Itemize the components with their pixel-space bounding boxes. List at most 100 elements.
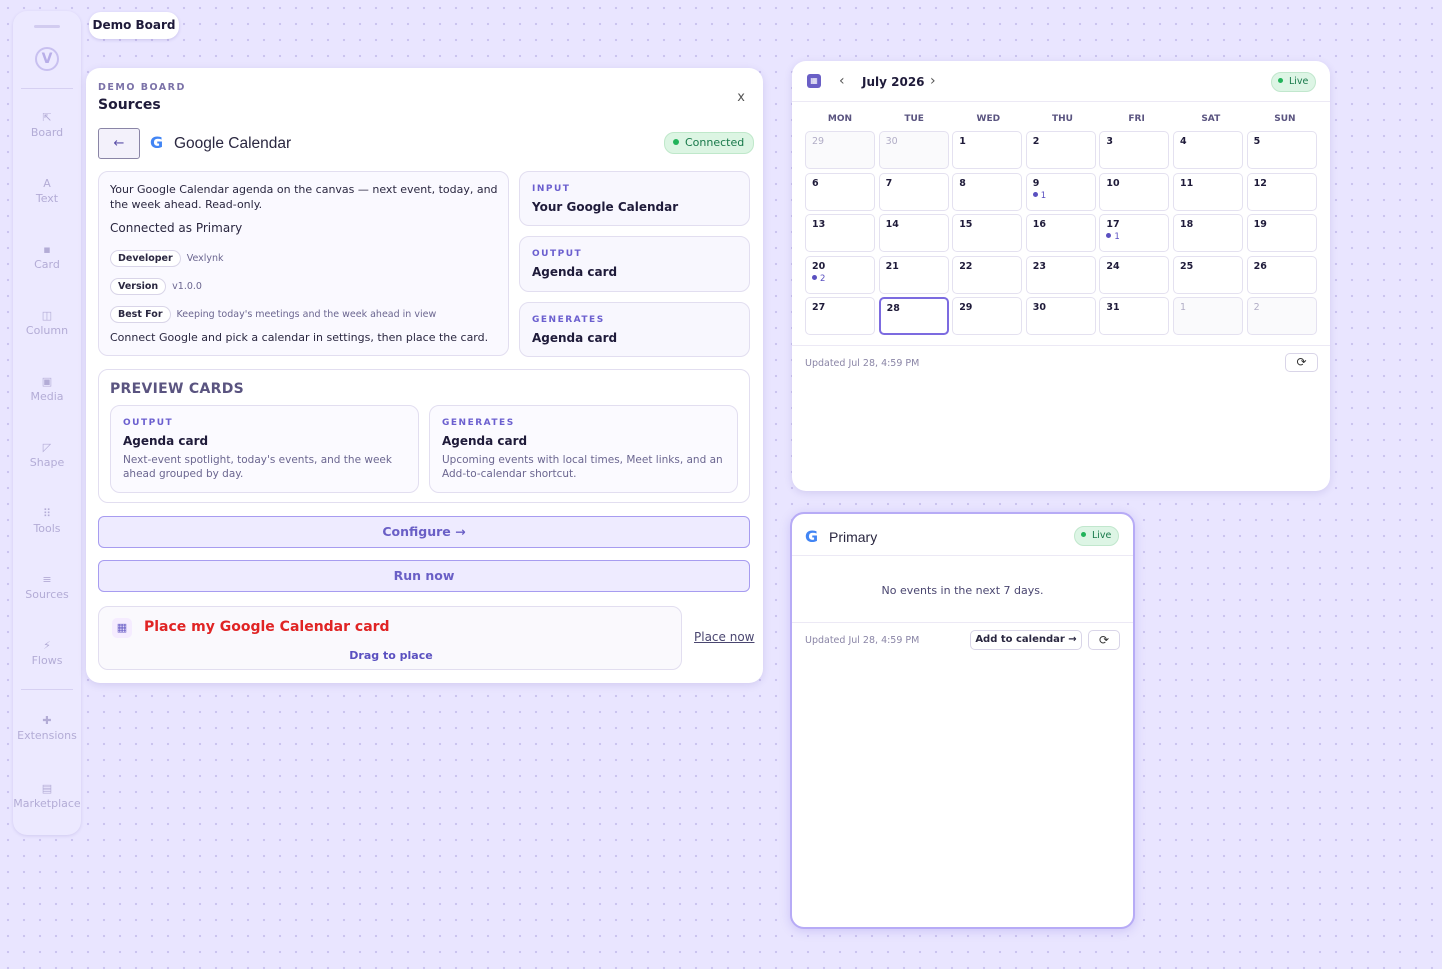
next-month-icon[interactable]: › — [930, 73, 936, 89]
updated-text: Updated Jul 28, 4:59 PM — [805, 358, 920, 369]
calendar-day[interactable]: 17 1 — [1099, 214, 1170, 252]
sidebar-item-sources[interactable]: ≡ Sources — [13, 573, 81, 601]
sidebar-handle[interactable] — [34, 25, 60, 28]
day-number: 22 — [959, 260, 973, 272]
calendar-day[interactable]: 18 — [1173, 214, 1243, 252]
calendar-day[interactable]: 11 — [1173, 172, 1243, 211]
preview-card-title: Agenda card — [442, 434, 528, 448]
calendar-day[interactable]: 3 — [1099, 131, 1170, 169]
google-icon: G — [805, 527, 819, 546]
sidebar-divider — [21, 689, 73, 690]
preview-card-desc: Upcoming events with local times, Meet l… — [442, 454, 723, 480]
run-now-button[interactable]: Run now — [98, 560, 750, 592]
calendar-day[interactable]: 15 — [952, 214, 1023, 252]
month-label: July 2026 — [862, 75, 925, 89]
calendar-day[interactable]: 12 — [1246, 172, 1317, 211]
calendar-day[interactable]: 1 — [952, 131, 1023, 169]
sidebar-item-column[interactable]: ◫ Column — [13, 309, 81, 337]
version-row: Version v1.0.0 — [110, 274, 202, 295]
calendar-day[interactable]: 91 — [1025, 172, 1096, 211]
generates-value: Agenda card — [532, 331, 618, 345]
add-to-calendar-button[interactable]: Add to calendar → — [970, 630, 1082, 650]
bestfor-tag: Best For — [110, 306, 171, 323]
day-number: 5 — [1253, 136, 1261, 147]
output-card: OUTPUT Agenda card — [519, 236, 750, 292]
place-now-link[interactable]: Place now — [694, 630, 754, 644]
developer-tag: Developer — [110, 250, 181, 267]
calendar-day[interactable]: 30 — [1025, 297, 1096, 335]
calendar-day[interactable]: 19 — [1246, 214, 1317, 252]
app-logo[interactable]: V — [35, 47, 59, 71]
calendar-day[interactable]: 6 — [805, 172, 875, 211]
calendar-day[interactable]: 31 — [1099, 297, 1170, 335]
day-number: 14 — [885, 219, 899, 230]
sidebar-item-card[interactable]: ▪ Card — [13, 243, 81, 271]
primary-agenda-widget[interactable]: G Primary Live No events in the next 7 d… — [790, 512, 1135, 929]
calendar-name: Primary — [829, 529, 878, 545]
calendar-day[interactable]: 23 — [1025, 255, 1096, 294]
day-number: 10 — [1106, 177, 1120, 189]
sidebar-item-marketplace[interactable]: ▤ Marketplace — [13, 782, 81, 810]
input-card: INPUT Your Google Calendar — [519, 171, 750, 226]
calendar-day[interactable]: 13 — [805, 214, 875, 252]
close-icon[interactable]: x — [737, 90, 745, 105]
calendar-day[interactable]: 8 — [952, 172, 1023, 211]
calendar-day[interactable]: 29 — [805, 131, 875, 169]
updated-text: Updated Jul 28, 4:59 PM — [805, 635, 920, 646]
calendar-day[interactable]: 16 — [1025, 214, 1096, 252]
calendar-day[interactable]: 20 2 — [805, 255, 875, 294]
sidebar-item-text[interactable]: A Text — [13, 177, 81, 205]
day-number: 27 — [812, 302, 826, 313]
day-number: 1 — [959, 136, 966, 147]
status-text: Live — [1289, 76, 1309, 87]
calendar-icon: ▦ — [807, 74, 821, 88]
calendar-day-today[interactable]: 28 — [878, 297, 949, 335]
weekday-label: SUN — [1274, 114, 1296, 124]
board-tab[interactable]: Demo Board — [89, 12, 179, 39]
calendar-day[interactable]: 10 — [1099, 172, 1170, 211]
generates-card: GENERATES Agenda card — [519, 302, 750, 357]
version-tag: Version — [110, 278, 167, 295]
day-number: 1 — [1180, 302, 1187, 313]
calendar-day[interactable]: 7 — [878, 172, 949, 211]
calendar-day[interactable]: 4 — [1173, 131, 1243, 169]
calendar-day[interactable]: 29 — [952, 297, 1023, 335]
bestfor-value: Keeping today's meetings and the week ah… — [176, 309, 437, 320]
calendar-day[interactable]: 2 — [1246, 297, 1317, 335]
preview-card-generates[interactable]: GENERATES Agenda card Upcoming events wi… — [429, 405, 738, 493]
weekday-label: MON — [827, 114, 853, 124]
refresh-icon[interactable]: ⟳ — [1285, 353, 1318, 372]
calendar-day[interactable]: 14 — [878, 214, 949, 252]
sidebar-item-media[interactable]: ▣ Media — [13, 375, 81, 403]
calendar-day[interactable]: 22 — [952, 255, 1023, 294]
puzzle-icon: ✚ — [42, 714, 52, 727]
calendar-day[interactable]: 27 — [805, 297, 875, 335]
event-count: 2 — [812, 274, 825, 284]
sidebar-item-shape[interactable]: ◸ Shape — [13, 441, 81, 469]
prev-month-icon[interactable]: ‹ — [839, 73, 845, 89]
output-value: Agenda card — [532, 265, 618, 279]
calendar-day[interactable]: 1 — [1173, 297, 1243, 335]
calendar-day[interactable]: 30 — [878, 131, 949, 169]
calendar-day[interactable]: 24 — [1099, 255, 1170, 294]
calendar-day[interactable]: 21 — [878, 255, 949, 294]
sidebar-item-extensions[interactable]: ✚ Extensions — [13, 714, 81, 742]
calendar-day[interactable]: 25 — [1173, 255, 1243, 294]
calendar-day[interactable]: 2 — [1025, 131, 1096, 169]
calendar-day[interactable]: 5 — [1246, 131, 1317, 169]
preview-card-output[interactable]: OUTPUT Agenda card Next-event spotlight,… — [110, 405, 419, 493]
grid-dots-icon: ⠿ — [42, 507, 52, 520]
day-number: 18 — [1180, 219, 1194, 230]
day-number: 7 — [885, 177, 893, 189]
back-button[interactable]: ← — [98, 128, 140, 159]
day-number: 20 — [812, 260, 826, 272]
refresh-icon[interactable]: ⟳ — [1088, 630, 1120, 650]
sidebar-item-flows[interactable]: ⚡ Flows — [13, 639, 81, 667]
calendar-day[interactable]: 26 — [1246, 255, 1317, 294]
weekday-label: WED — [976, 114, 1001, 124]
sidebar-item-board[interactable]: ⇱ Board — [13, 111, 81, 139]
place-card-draggable[interactable]: ▦ Place my Google Calendar card Drag to … — [98, 606, 682, 670]
sidebar-item-tools[interactable]: ⠿ Tools — [13, 507, 81, 535]
configure-button[interactable]: Configure → — [98, 516, 750, 548]
header-divider — [792, 101, 1330, 102]
